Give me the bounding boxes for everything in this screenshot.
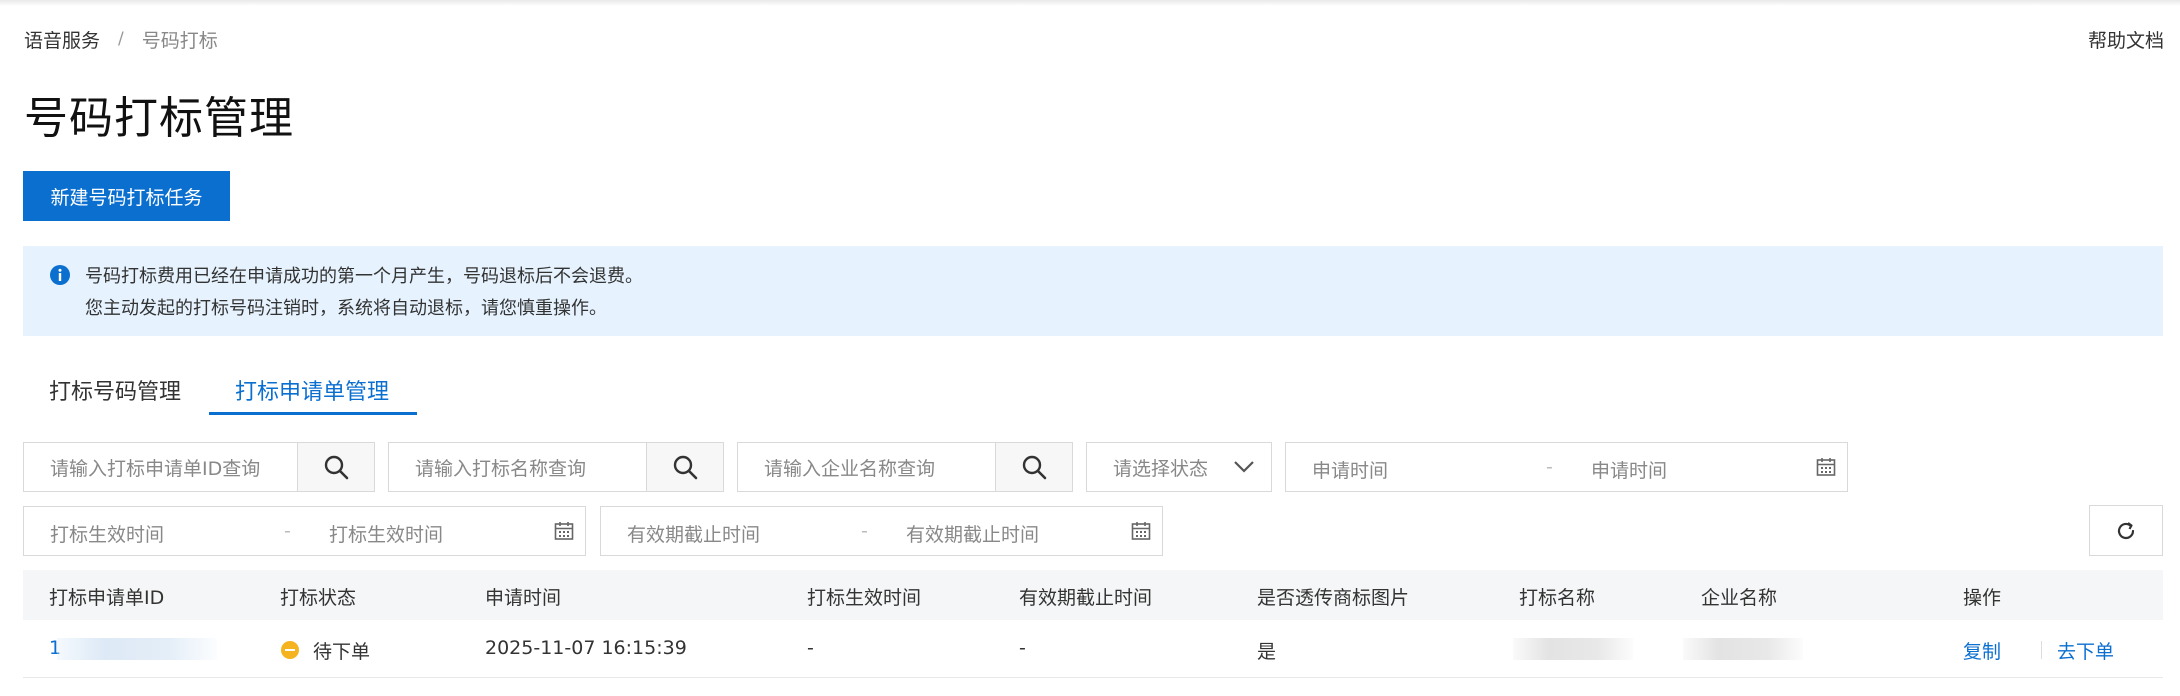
status-select[interactable]: 请选择状态	[1086, 442, 1272, 492]
mark-name-search: 请输入打标名称查询	[388, 442, 724, 492]
refresh-button[interactable]	[2089, 505, 2163, 556]
range-dash: -	[1546, 456, 1553, 478]
place-order-action[interactable]: 去下单	[2057, 637, 2114, 664]
company-search-button[interactable]	[996, 443, 1072, 491]
search-icon	[1022, 455, 1047, 480]
col-apply-time: 申请时间	[485, 587, 562, 609]
expire-time-range[interactable]: 有效期截止时间 - 有效期截止时间	[600, 506, 1163, 556]
alert-line-2: 您主动发起的打标号码注销时，系统将自动退标，请您慎重操作。	[85, 298, 607, 319]
row-effective-time: -	[807, 637, 814, 659]
company-search: 请输入企业名称查询	[737, 442, 1073, 492]
range-dash: -	[284, 520, 291, 542]
status-select-placeholder: 请选择状态	[1113, 457, 1209, 480]
apply-time-end[interactable]: 申请时间	[1591, 456, 1667, 483]
request-id-search: 请输入打标申请单ID查询	[23, 442, 375, 492]
alert-line-1: 号码打标费用已经在申请成功的第一个月产生，号码退标后不会退费。	[85, 266, 643, 287]
redacted-mark-name	[1513, 638, 1633, 660]
apply-time-range[interactable]: 申请时间 - 申请时间	[1285, 442, 1848, 492]
table-row: 1 待下单 2025-11-07 16:15:39 - - 是 复制 去下单	[23, 622, 2163, 678]
col-expire-time: 有效期截止时间	[1019, 587, 1153, 609]
copy-action[interactable]: 复制	[1963, 637, 2001, 664]
col-trademark-image: 是否透传商标图片	[1257, 587, 1410, 609]
col-effective-time: 打标生效时间	[807, 587, 922, 609]
row-expire-time: -	[1019, 637, 1026, 659]
search-icon	[673, 455, 698, 480]
calendar-icon[interactable]	[554, 521, 574, 541]
effective-time-start[interactable]: 打标生效时间	[50, 520, 164, 547]
breadcrumb-current: 号码打标	[141, 29, 218, 52]
calendar-icon[interactable]	[1131, 521, 1151, 541]
expire-time-start[interactable]: 有效期截止时间	[627, 520, 760, 547]
new-marking-task-button[interactable]: 新建号码打标任务	[23, 171, 230, 221]
effective-time-range[interactable]: 打标生效时间 - 打标生效时间	[23, 506, 586, 556]
info-icon	[50, 265, 70, 285]
col-status: 打标状态	[280, 587, 357, 609]
expire-time-end[interactable]: 有效期截止时间	[906, 520, 1039, 547]
help-docs-link[interactable]: 帮助文档	[2088, 26, 2164, 53]
calendar-icon[interactable]	[1816, 457, 1836, 477]
range-dash: -	[861, 520, 868, 542]
company-search-input[interactable]: 请输入企业名称查询	[738, 443, 996, 491]
info-alert: 号码打标费用已经在申请成功的第一个月产生，号码退标后不会退费。 您主动发起的打标…	[23, 246, 2163, 336]
table-header: 打标申请单ID 打标状态 申请时间 打标生效时间 有效期截止时间 是否透传商标图…	[23, 570, 2163, 620]
apply-time-start[interactable]: 申请时间	[1312, 456, 1388, 483]
mark-name-search-button[interactable]	[647, 443, 723, 491]
col-mark-name: 打标名称	[1519, 587, 1596, 609]
redacted-company-name	[1683, 638, 1803, 660]
row-trademark-image: 是	[1257, 641, 1277, 663]
action-separator	[2041, 641, 2042, 659]
top-shadow	[0, 0, 2180, 6]
pending-status-icon	[281, 641, 299, 659]
request-id-search-input[interactable]: 请输入打标申请单ID查询	[24, 443, 298, 491]
effective-time-end[interactable]: 打标生效时间	[329, 520, 443, 547]
redacted-request-id	[57, 638, 217, 660]
search-icon	[324, 455, 349, 480]
col-request-id: 打标申请单ID	[49, 587, 165, 609]
tab-marked-numbers[interactable]: 打标号码管理	[49, 374, 181, 406]
col-actions: 操作	[1963, 587, 2002, 609]
tab-marking-requests[interactable]: 打标申请单管理	[235, 374, 389, 406]
row-status: 待下单	[313, 641, 371, 663]
tab-bar: 打标号码管理 打标申请单管理	[23, 360, 2163, 416]
mark-name-search-input[interactable]: 请输入打标名称查询	[389, 443, 647, 491]
row-apply-time: 2025-11-07 16:15:39	[485, 637, 687, 659]
active-tab-indicator	[209, 412, 417, 415]
refresh-icon	[2117, 521, 2135, 539]
col-company-name: 企业名称	[1701, 587, 1778, 609]
page-title: 号码打标管理	[24, 93, 294, 144]
breadcrumb-separator: /	[118, 29, 124, 49]
breadcrumb: 语音服务 / 号码打标	[24, 26, 218, 52]
request-id-search-button[interactable]	[298, 443, 374, 491]
breadcrumb-root[interactable]: 语音服务	[24, 26, 100, 53]
chevron-down-icon	[1234, 461, 1254, 473]
